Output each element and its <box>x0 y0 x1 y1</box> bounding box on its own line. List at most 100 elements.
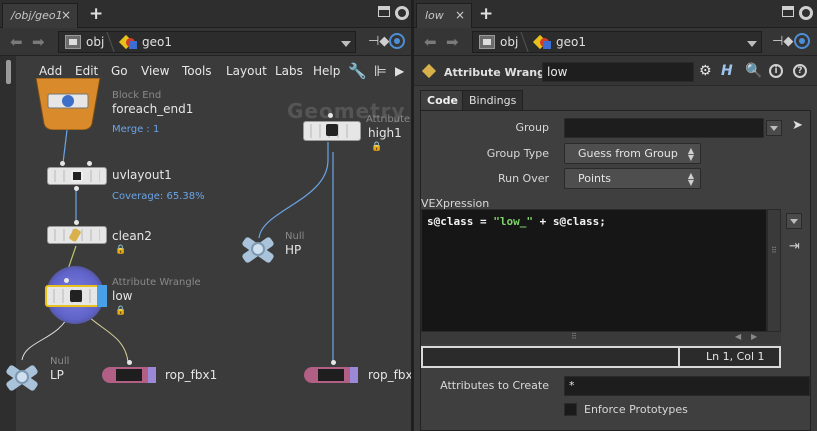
scroll-right-icon[interactable]: ▶ <box>751 332 757 341</box>
tab-code[interactable]: Code <box>420 90 465 110</box>
info-icon[interactable]: i <box>769 64 783 78</box>
menu-edit[interactable]: Edit <box>75 64 98 78</box>
close-icon[interactable]: × <box>455 8 465 22</box>
pane-menu-icon[interactable] <box>799 6 813 20</box>
pane-layout-icon[interactable] <box>378 6 390 17</box>
menu-help[interactable]: Help <box>313 64 340 78</box>
node-name-rop-fbx[interactable]: rop_fbx <box>368 368 411 382</box>
node-type-label: Null <box>50 356 70 367</box>
group-field[interactable] <box>564 118 764 138</box>
chevron-down-icon[interactable] <box>747 41 757 47</box>
chevron-down-icon[interactable] <box>341 41 351 47</box>
wrangle-node-icon <box>421 63 440 79</box>
breadcrumb-geo1[interactable]: geo1 <box>142 35 172 51</box>
horizontal-scrollbar[interactable]: ⠿ ◀ ▶ <box>421 332 781 344</box>
node-name-rop-fbx1[interactable]: rop_fbx1 <box>165 368 217 382</box>
parameter-header: Attribute Wrangle low ⚙ H 🔍 i ? <box>414 56 817 86</box>
chevron-right-icon[interactable]: ▶ <box>395 64 404 78</box>
pane-menu-icon[interactable] <box>395 6 409 20</box>
node-input-port[interactable] <box>74 220 79 225</box>
enforce-prototypes-checkbox[interactable] <box>564 403 577 416</box>
vex-editor-area: s@class = "low_" + s@class; ⠿ ⠿ ◀ ▶ ⇥ Ln… <box>421 209 812 431</box>
pane-layout-icon[interactable] <box>782 6 794 17</box>
node-name-low[interactable]: low <box>112 289 133 303</box>
forward-arrow-icon[interactable]: ➡ <box>32 33 45 51</box>
breadcrumb-geo1[interactable]: geo1 <box>556 35 586 51</box>
node-input-port[interactable] <box>331 360 336 365</box>
geo-node-icon <box>532 34 551 50</box>
collapse-handle[interactable] <box>6 60 11 84</box>
node-name-clean2[interactable]: clean2 <box>112 229 152 243</box>
group-dropdown-button[interactable] <box>766 120 782 136</box>
help-icon[interactable]: ? <box>793 64 807 78</box>
add-tab-icon[interactable]: + <box>479 4 493 24</box>
search-icon[interactable]: 🔍 <box>745 63 762 79</box>
obj-network-icon <box>65 35 81 49</box>
node-name-uvlayout1[interactable]: uvlayout1 <box>112 168 172 182</box>
menu-add[interactable]: Add <box>39 64 62 78</box>
menu-go[interactable]: Go <box>111 64 128 78</box>
node-attribwrangle-low[interactable] <box>45 285 107 307</box>
node-name-foreach-end1[interactable]: foreach_end1 <box>112 102 193 116</box>
node-info-merge: Merge : 1 <box>112 124 160 135</box>
link-ring-icon[interactable] <box>389 33 405 49</box>
node-name-hp[interactable]: HP <box>285 243 301 257</box>
node-name-high1[interactable]: high1 <box>368 126 402 140</box>
tab-obj-geo1[interactable]: /obj/geo1 × <box>2 3 78 28</box>
group-type-menu[interactable]: Guess from Group ▲ ▼ <box>564 143 701 164</box>
link-ring-icon[interactable] <box>794 33 810 49</box>
menu-layout[interactable]: Layout <box>226 64 267 78</box>
forward-arrow-icon[interactable]: ➡ <box>446 33 459 51</box>
vex-code-string: "low_" <box>493 215 533 228</box>
vex-code-post: + s@class; <box>532 215 606 228</box>
block-end-node[interactable] <box>30 77 106 131</box>
wrench-icon[interactable]: 🔧 <box>348 62 367 80</box>
node-input-port[interactable] <box>87 161 92 166</box>
menu-labs[interactable]: Labs <box>275 64 303 78</box>
pin-icon[interactable]: ⊣◆ <box>368 34 389 49</box>
attributes-to-create-field[interactable]: * <box>564 376 810 396</box>
vex-code-editor[interactable]: s@class = "low_" + s@class; <box>421 209 767 332</box>
parameter-tabs: Code Bindings <box>420 90 811 110</box>
display-flag[interactable] <box>97 285 107 307</box>
node-null-hp[interactable] <box>238 234 278 264</box>
node-null-lp[interactable] <box>2 362 42 392</box>
tree-view-icon[interactable]: ⊫ <box>374 62 387 80</box>
pin-icon[interactable]: ⊣◆ <box>772 34 793 49</box>
menu-view[interactable]: View <box>141 64 169 78</box>
node-clean2[interactable] <box>47 226 107 244</box>
parameter-body: Group ➤ Group Type Guess from Group ▲ ▼ R… <box>420 110 811 431</box>
tab-low[interactable]: low × <box>416 3 472 28</box>
vertical-scrollbar[interactable]: ⠿ <box>767 209 781 332</box>
node-type-label: Attribute <box>366 114 411 125</box>
expand-editor-icon[interactable]: ⇥ <box>789 239 800 254</box>
menu-tools[interactable]: Tools <box>182 64 212 78</box>
add-tab-icon[interactable]: + <box>89 4 103 24</box>
houdini-help-icon[interactable]: H <box>721 63 733 79</box>
scroll-left-icon[interactable]: ◀ <box>735 332 741 341</box>
back-arrow-icon[interactable]: ⬅ <box>424 33 437 51</box>
node-rop-fbx1[interactable] <box>102 367 156 383</box>
tab-bindings[interactable]: Bindings <box>462 90 524 110</box>
gear-icon[interactable]: ⚙ <box>699 63 712 79</box>
lock-icon: 🔒 <box>115 306 127 316</box>
node-input-port[interactable] <box>328 113 333 118</box>
back-arrow-icon[interactable]: ⬅ <box>10 33 23 51</box>
lock-icon: 🔒 <box>371 142 383 152</box>
node-uvlayout1[interactable] <box>47 167 107 185</box>
node-name-lp[interactable]: LP <box>50 368 64 382</box>
run-over-menu[interactable]: Points ▲ ▼ <box>564 168 701 189</box>
node-input-port[interactable] <box>127 360 132 365</box>
updown-icon: ▲ ▼ <box>687 146 694 162</box>
node-input-port[interactable] <box>60 161 65 166</box>
vex-menu-button[interactable] <box>786 213 802 229</box>
select-arrow-icon[interactable]: ➤ <box>792 118 803 133</box>
node-input-port[interactable] <box>64 278 69 283</box>
node-name-field[interactable]: low <box>542 62 694 82</box>
uvlayout-icon <box>71 170 83 182</box>
node-high1[interactable] <box>303 121 361 141</box>
updown-icon: ▲ ▼ <box>687 171 694 187</box>
node-rop-fbx[interactable] <box>304 367 358 383</box>
node-output-port[interactable] <box>74 186 79 191</box>
close-icon[interactable]: × <box>61 8 71 22</box>
